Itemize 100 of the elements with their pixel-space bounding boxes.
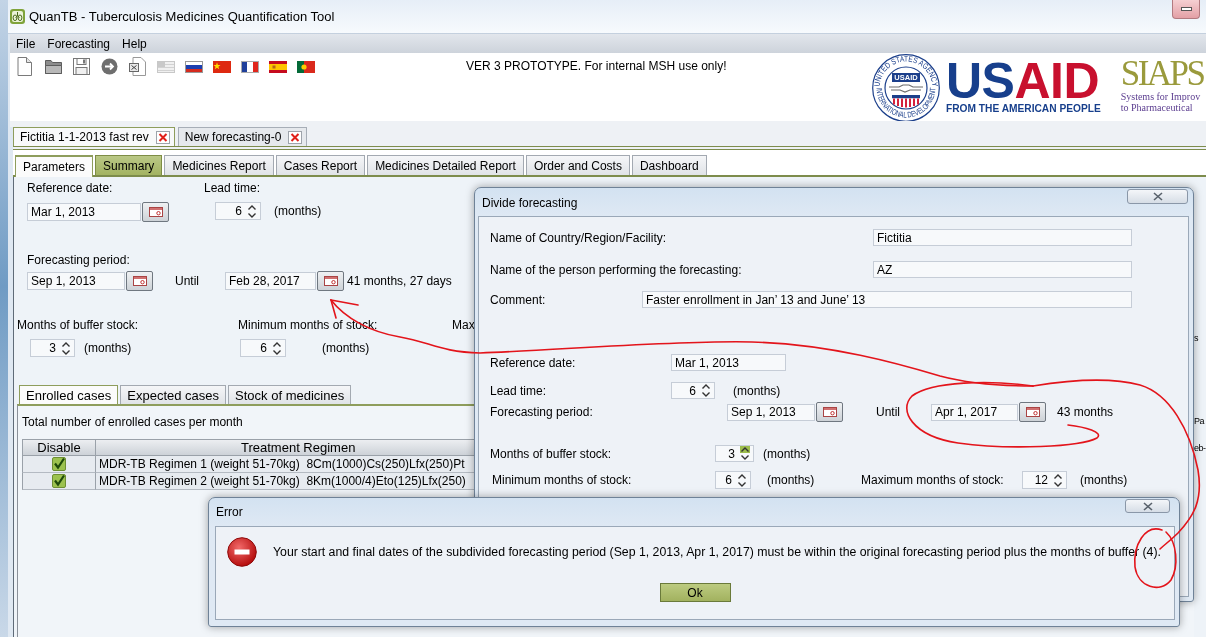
duration-label: 43 months [1057,405,1114,419]
close-button[interactable] [1127,189,1188,204]
menu-item[interactable]: Forecasting [41,34,117,53]
calendar-button[interactable] [142,202,169,222]
calendar-button[interactable] [816,402,843,422]
chevron-up-icon[interactable] [701,383,711,390]
app-icon [10,9,25,24]
chevron-down-icon[interactable] [737,480,747,488]
russia-flag-icon[interactable] [185,60,203,73]
folder-icon[interactable] [45,59,62,74]
field-label: Forecasting period: [27,253,131,267]
document-tab[interactable]: New forecasting-0 [177,127,308,146]
china-flag-icon[interactable] [213,60,231,73]
unit-label: (months) [763,446,811,461]
chevron-down-icon[interactable] [272,348,282,356]
logo-subtitle: Systems for Improv [1120,91,1201,102]
window-title: QuanTB - Tuberculosis Medicines Quantification Tool [29,9,335,24]
date-field[interactable]: Mar 1, 2013 [671,354,786,371]
view-tab[interactable]: Order and Costs [525,155,630,175]
partial-text: s [1194,332,1198,345]
number-spinner[interactable]: 3 [715,445,754,462]
view-tab[interactable]: Dashboard [631,155,707,175]
view-tab[interactable]: Cases Report [275,155,366,175]
number-spinner[interactable]: 6 [215,202,261,220]
field-label: Max [452,318,475,332]
checkbox[interactable] [52,474,66,488]
dialog-title: Divide forecasting [482,196,578,210]
chevron-down-icon[interactable] [701,391,711,398]
dialog-title: Error [216,505,243,519]
save-icon[interactable] [73,58,90,75]
view-tab[interactable]: Summary [95,155,163,175]
number-spinner[interactable]: 3 [30,339,75,357]
chevron-down-icon[interactable] [1053,480,1063,488]
date-field[interactable]: Sep 1, 2013 [27,272,125,290]
number-spinner[interactable]: 6 [671,382,715,399]
number-spinner[interactable]: 12 [1022,471,1067,489]
unit-label: (months) [274,204,322,218]
duration-label: 41 months, 27 days [347,274,452,288]
calendar-button[interactable] [317,271,344,291]
chevron-up-icon[interactable] [1053,472,1063,480]
case-tab[interactable]: Stock of medicines [228,385,352,404]
date-field[interactable]: Apr 1, 2017 [931,403,1018,421]
checkbox[interactable] [52,457,66,471]
field-label: Reference date: [27,181,114,195]
unit-label: (months) [84,341,132,355]
chevron-down-icon[interactable] [740,454,750,461]
new-document-icon[interactable] [17,57,32,76]
case-tab[interactable]: Expected cases [120,385,227,404]
chevron-up-icon[interactable] [737,472,747,480]
date-field[interactable]: Mar 1, 2013 [27,203,141,221]
chevron-down-icon[interactable] [247,211,257,219]
close-icon[interactable] [155,130,170,144]
text-field[interactable]: Fictitia [873,229,1132,246]
logo-subtitle: to Pharmaceutical [1120,102,1193,113]
arrow-circle-icon[interactable] [101,58,118,75]
text-field[interactable]: Faster enrollment in Jan’ 13 and June’ 13 [642,291,1132,308]
chevron-down-icon[interactable] [61,348,71,356]
siaps-wordmark: SIAPS [1120,57,1204,91]
field-label: Name of the person performing the forecasting: [490,262,742,277]
view-tab[interactable]: Medicines Detailed Report [367,155,524,175]
chevron-up-icon[interactable] [272,340,282,348]
view-tab[interactable]: Medicines Report [164,155,274,175]
unit-label: (months) [322,341,370,355]
number-spinner[interactable]: 6 [715,471,751,489]
portugal-flag-icon[interactable] [297,60,315,73]
notice-text: VER 3 PROTOTYPE. For internal MSH use only! [466,58,728,73]
ok-button[interactable]: Ok [659,583,731,602]
table-caption: Total number of enrolled cases per month [22,415,243,429]
date-field[interactable]: Sep 1, 2013 [727,403,815,421]
chevron-up-icon[interactable] [740,446,750,453]
close-icon[interactable] [288,130,303,144]
field-label: Minimum months of stock: [492,473,632,487]
spain-flag-icon[interactable] [269,60,287,73]
france-flag-icon[interactable] [241,60,259,73]
field-label: Months of buffer stock: [17,318,140,332]
unit-label: (months) [733,383,781,398]
text-field[interactable]: AZ [873,261,1132,278]
calendar-icon [148,207,163,217]
menu-item[interactable]: Help [116,34,153,53]
field-label: Maximum months of stock: [861,473,1004,487]
column-header: Disable [22,439,96,456]
date-field[interactable]: Feb 28, 2017 [225,272,316,290]
chevron-up-icon[interactable] [247,203,257,211]
document-icon[interactable] [129,57,146,76]
minimize-icon [1180,7,1192,11]
menu-item[interactable]: File [10,34,42,53]
document-tab[interactable]: Fictitia 1-1-2013 fast rev [13,127,175,146]
window-button[interactable] [1172,0,1200,19]
field-label: Reference date: [490,355,576,370]
calendar-icon [323,276,338,286]
close-button[interactable] [1125,499,1170,513]
view-tab[interactable]: Parameters [15,155,94,177]
case-tab[interactable]: Enrolled cases [19,385,119,404]
unit-label: (months) [1080,473,1128,487]
number-spinner[interactable]: 6 [240,339,286,357]
close-icon [1152,192,1163,201]
chevron-up-icon[interactable] [61,340,71,348]
calendar-button[interactable] [1019,402,1046,422]
calendar-button[interactable] [126,271,153,291]
error-icon [227,537,257,567]
